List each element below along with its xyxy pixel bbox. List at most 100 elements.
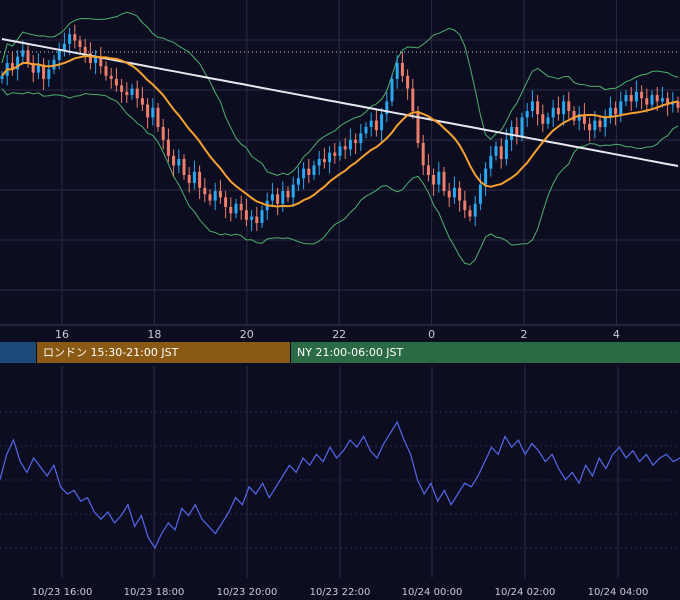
oscillator-chart[interactable]: 10/23 16:00 10/23 18:00 10/23 20:00 10/23 2… — [0, 366, 680, 600]
candle-body — [47, 69, 51, 79]
candle-body — [380, 114, 384, 131]
candle-body — [328, 152, 332, 163]
candle-body — [619, 101, 623, 115]
candle-body — [499, 146, 503, 159]
candle-body — [473, 203, 477, 217]
candle-body — [551, 107, 555, 118]
price-x-tick-label: 22 — [332, 328, 346, 340]
candle-body — [447, 191, 451, 198]
candle-body — [458, 187, 462, 201]
candle-body — [26, 50, 30, 63]
candle-body — [281, 191, 285, 204]
candle-body — [276, 194, 280, 204]
candle-body — [463, 200, 467, 211]
candle-body — [634, 91, 638, 102]
candle-body — [291, 184, 295, 198]
candle-body — [73, 34, 77, 41]
candle-body — [525, 111, 529, 118]
candle-body — [192, 171, 196, 183]
candle-body — [312, 165, 316, 175]
candle-body — [198, 171, 202, 188]
candle-body — [504, 139, 508, 159]
candle-body — [151, 107, 155, 118]
candle-body — [250, 216, 254, 220]
candle-body — [546, 117, 550, 124]
oscillator-x-tick-label: 10/24 02:00 — [495, 587, 556, 598]
candle-body — [125, 91, 129, 95]
candle-body — [322, 159, 326, 163]
candle-body — [83, 47, 87, 54]
price-grid — [0, 0, 680, 340]
oscillator-x-tick-label: 10/23 16:00 — [32, 587, 93, 598]
candle-body — [333, 152, 337, 156]
candle-body — [21, 50, 25, 57]
candle-body — [572, 111, 576, 121]
price-chart[interactable]: 16 18 20 22 0 2 4 — [0, 0, 680, 340]
candle-body — [416, 111, 420, 143]
candle-body — [182, 159, 186, 175]
price-x-tick-label: 20 — [240, 328, 254, 340]
price-x-tick-label: 2 — [521, 328, 528, 340]
candle-body — [369, 120, 373, 127]
candle-body — [338, 146, 342, 156]
candle-body — [624, 95, 628, 102]
oscillator-x-tick-label: 10/23 18:00 — [124, 587, 185, 598]
oscillator-x-tick-label: 10/23 22:00 — [310, 587, 371, 598]
candle-body — [520, 117, 524, 137]
candle-body — [411, 88, 415, 111]
candle-body — [166, 139, 170, 156]
candle-body — [374, 120, 378, 131]
candle-body — [343, 146, 347, 150]
candle-body — [260, 210, 264, 223]
candle-body — [452, 187, 456, 198]
candle-body — [239, 203, 243, 211]
candle-body — [296, 178, 300, 185]
candle-body — [270, 194, 274, 201]
session-london: ロンドン 15:30-21:00 JST — [37, 342, 290, 363]
candle-body — [0, 75, 4, 79]
candle-body — [655, 95, 659, 102]
candle-body — [234, 203, 238, 214]
candle-body — [161, 127, 165, 140]
candle-body — [437, 171, 441, 185]
price-x-tick-label: 18 — [147, 328, 161, 340]
oscillator-grid — [0, 366, 680, 600]
candle-body — [203, 187, 207, 195]
candle-body — [172, 155, 176, 166]
price-background — [0, 0, 680, 340]
candle-body — [68, 34, 72, 44]
candle-body — [36, 64, 40, 73]
candle-body — [536, 101, 540, 115]
candle-body — [208, 194, 212, 201]
candle-body — [390, 79, 394, 102]
candle-body — [660, 98, 664, 102]
session-asia — [0, 342, 36, 363]
candle-body — [302, 168, 306, 179]
candle-body — [400, 63, 404, 76]
oscillator-x-tick-label: 10/24 00:00 — [402, 587, 463, 598]
candle-body — [494, 146, 498, 156]
candle-body — [541, 114, 545, 124]
candle-body — [218, 191, 222, 198]
candle-body — [593, 120, 597, 131]
candle-body — [317, 159, 321, 166]
candle-body — [442, 171, 446, 191]
candle-body — [109, 75, 113, 79]
candle-body — [562, 101, 566, 115]
candle-body — [567, 101, 571, 111]
candle-body — [177, 159, 181, 166]
candle-body — [629, 95, 633, 102]
candle-body — [62, 43, 66, 51]
oscillator-x-tick-label: 10/24 04:00 — [588, 587, 649, 598]
candle-body — [406, 75, 410, 89]
candle-body — [432, 175, 436, 185]
candle-body — [640, 91, 644, 99]
candle-body — [104, 66, 108, 76]
candle-body — [478, 184, 482, 204]
candle-body — [556, 107, 560, 115]
candle-body — [395, 63, 399, 79]
candle-body — [468, 210, 472, 217]
oscillator-x-tick-label: 10/23 20:00 — [217, 587, 278, 598]
candle-body — [130, 88, 134, 95]
candle-body — [614, 107, 618, 115]
